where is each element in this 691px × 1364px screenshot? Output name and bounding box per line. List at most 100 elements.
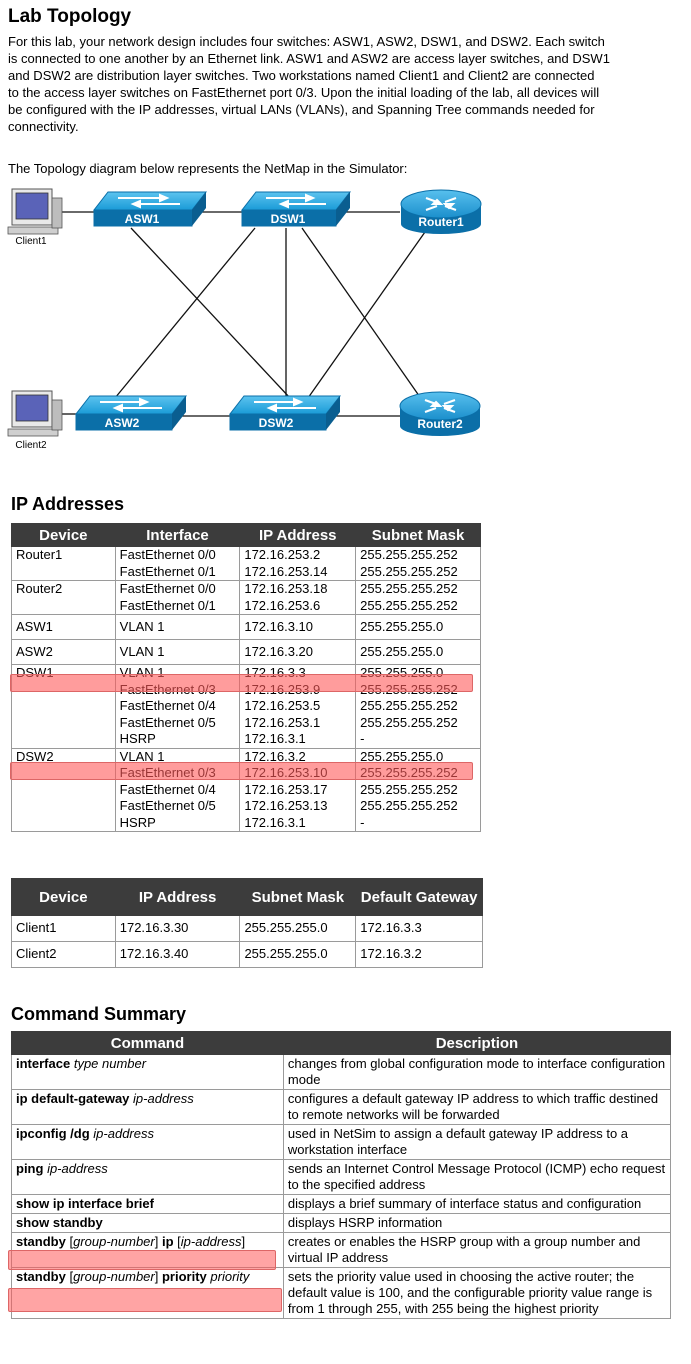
cell-line: FastEthernet 0/5 bbox=[120, 715, 240, 732]
router2-label: Router2 bbox=[417, 417, 463, 431]
table-row: Router2FastEthernet 0/0FastEthernet 0/11… bbox=[12, 581, 481, 615]
cell-ips: 172.16.253.18172.16.253.6 bbox=[240, 581, 356, 615]
command-token: interface bbox=[16, 1056, 70, 1071]
intro-line: and DSW2 are distribution layer switches… bbox=[8, 67, 668, 84]
command-token: [ bbox=[66, 1234, 73, 1249]
cell-ip: 172.16.3.30 bbox=[115, 916, 240, 942]
table-row: ipconfig /dg ip-addressused in NetSim to… bbox=[12, 1125, 671, 1160]
cell-description: used in NetSim to assign a default gatew… bbox=[283, 1125, 670, 1160]
command-token: priority bbox=[162, 1269, 207, 1284]
command-token: ip default-gateway bbox=[16, 1091, 129, 1106]
cell-masks: 255.255.255.0255.255.255.252255.255.255.… bbox=[356, 748, 481, 832]
link-router1-dsw2 bbox=[308, 232, 425, 398]
table-row: interface type numberchanges from global… bbox=[12, 1055, 671, 1090]
cell-line: 172.16.253.2 bbox=[244, 547, 355, 564]
cell-interfaces: FastEthernet 0/0FastEthernet 0/1 bbox=[115, 547, 240, 581]
cell-ip: 172.16.3.40 bbox=[115, 942, 240, 968]
column-header: Description bbox=[283, 1032, 670, 1055]
router1-label: Router1 bbox=[418, 215, 464, 229]
cell-line: 172.16.3.1 bbox=[244, 731, 355, 748]
cell-interfaces: VLAN 1FastEthernet 0/3FastEthernet 0/4Fa… bbox=[115, 748, 240, 832]
command-token: group-number bbox=[73, 1234, 155, 1249]
cell-line: FastEthernet 0/4 bbox=[120, 698, 240, 715]
command-token: ip-address bbox=[93, 1126, 154, 1141]
client-gateway-table: Device IP Address Subnet Mask Default Ga… bbox=[11, 878, 483, 968]
cell-device: Router1 bbox=[12, 547, 116, 581]
column-header: Command bbox=[12, 1032, 284, 1055]
command-summary-table: Command Description interface type numbe… bbox=[11, 1031, 671, 1319]
cell-interfaces: VLAN 1 bbox=[115, 615, 240, 640]
command-token: ] bbox=[241, 1234, 245, 1249]
dsw1-label: DSW1 bbox=[271, 212, 306, 226]
cell-command: ip default-gateway ip-address bbox=[12, 1090, 284, 1125]
cell-device: ASW1 bbox=[12, 615, 116, 640]
client1-workstation-icon bbox=[8, 189, 62, 234]
asw2-label: ASW2 bbox=[105, 416, 140, 430]
cell-ips: 172.16.3.10 bbox=[240, 615, 356, 640]
client2-label: Client2 bbox=[15, 440, 47, 451]
dsw2-vlan1-highlight bbox=[10, 762, 473, 780]
command-token: ip-address bbox=[47, 1161, 108, 1176]
command-token: show standby bbox=[16, 1215, 103, 1230]
standby-ip-highlight bbox=[8, 1250, 276, 1270]
cell-line: 255.255.255.252 bbox=[360, 698, 480, 715]
cell-line: 172.16.253.1 bbox=[244, 715, 355, 732]
column-header: Device bbox=[12, 524, 116, 547]
column-header: IP Address bbox=[115, 879, 240, 916]
command-token: type number bbox=[74, 1056, 146, 1071]
cell-line: - bbox=[360, 815, 480, 832]
client1-label: Client1 bbox=[15, 236, 47, 247]
cell-line: 255.255.255.0 bbox=[360, 619, 480, 636]
cell-command: interface type number bbox=[12, 1055, 284, 1090]
command-token: group-number bbox=[73, 1269, 155, 1284]
cell-line: 172.16.3.20 bbox=[244, 644, 355, 661]
command-token: ip-address bbox=[133, 1091, 194, 1106]
cell-device: Client2 bbox=[12, 942, 116, 968]
cell-line: 255.255.255.0 bbox=[360, 644, 480, 661]
cell-interfaces: FastEthernet 0/0FastEthernet 0/1 bbox=[115, 581, 240, 615]
intro-line: connectivity. bbox=[8, 118, 668, 135]
command-token: ip bbox=[162, 1234, 174, 1249]
table-row: ip default-gateway ip-addressconfigures … bbox=[12, 1090, 671, 1125]
cell-line: FastEthernet 0/0 bbox=[120, 547, 240, 564]
table-row: ASW1VLAN 1172.16.3.10255.255.255.0 bbox=[12, 615, 481, 640]
table-row: ping ip-addresssends an Internet Control… bbox=[12, 1160, 671, 1195]
cell-description: displays HSRP information bbox=[283, 1214, 670, 1233]
cell-line: FastEthernet 0/1 bbox=[120, 564, 240, 581]
cell-line: 172.16.3.1 bbox=[244, 815, 355, 832]
cell-ips: 172.16.253.2172.16.253.14 bbox=[240, 547, 356, 581]
cell-line: - bbox=[360, 731, 480, 748]
command-token: priority bbox=[210, 1269, 249, 1284]
cell-command: ipconfig /dg ip-address bbox=[12, 1125, 284, 1160]
link-asw1-dsw2 bbox=[131, 228, 290, 398]
table-row: Router1FastEthernet 0/0FastEthernet 0/11… bbox=[12, 547, 481, 581]
link-dsw1-asw2 bbox=[115, 228, 255, 398]
cell-command: show ip interface brief bbox=[12, 1195, 284, 1214]
cell-mask: 255.255.255.0 bbox=[240, 942, 356, 968]
cell-interfaces: VLAN 1 bbox=[115, 640, 240, 665]
table-row: DSW2VLAN 1FastEthernet 0/3FastEthernet 0… bbox=[12, 748, 481, 832]
cell-line: HSRP bbox=[120, 731, 240, 748]
cell-line: 172.16.253.17 bbox=[244, 782, 355, 799]
command-token: show ip interface brief bbox=[16, 1196, 154, 1211]
intro-line: is connected to one another by an Ethern… bbox=[8, 50, 668, 67]
intro-line: be configured with the IP addresses, vir… bbox=[8, 101, 668, 118]
cell-masks: 255.255.255.0 bbox=[356, 640, 481, 665]
cell-description: sends an Internet Control Message Protoc… bbox=[283, 1160, 670, 1195]
table-row: Client1 172.16.3.30 255.255.255.0 172.16… bbox=[12, 916, 483, 942]
cell-line: 172.16.253.6 bbox=[244, 598, 355, 615]
topology-caption: The Topology diagram below represents th… bbox=[8, 161, 407, 176]
cell-description: sets the priority value used in choosing… bbox=[283, 1268, 670, 1319]
cell-line: FastEthernet 0/1 bbox=[120, 598, 240, 615]
cell-ips: 172.16.3.2172.16.253.10172.16.253.17172.… bbox=[240, 748, 356, 832]
cell-masks: 255.255.255.252255.255.255.252 bbox=[356, 581, 481, 615]
column-header: Subnet Mask bbox=[356, 524, 481, 547]
cell-gateway: 172.16.3.3 bbox=[356, 916, 483, 942]
cell-line: 172.16.253.5 bbox=[244, 698, 355, 715]
command-token: ] bbox=[155, 1269, 162, 1284]
cell-line: VLAN 1 bbox=[120, 619, 240, 636]
standby-priority-highlight bbox=[8, 1288, 282, 1312]
cell-line: 255.255.255.252 bbox=[360, 598, 480, 615]
cell-line: FastEthernet 0/0 bbox=[120, 581, 240, 598]
cell-line: 172.16.253.18 bbox=[244, 581, 355, 598]
